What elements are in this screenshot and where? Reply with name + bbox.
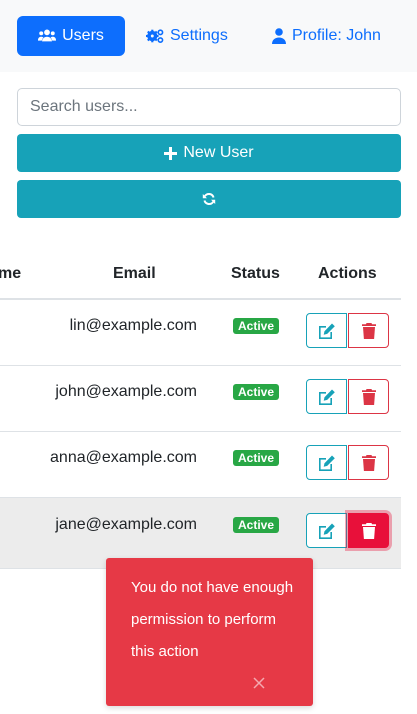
nav-profile-button[interactable]: Profile: John [272, 16, 381, 56]
delete-button[interactable] [348, 313, 389, 348]
nav-settings-label: Settings [170, 27, 228, 44]
sync-icon [202, 192, 216, 206]
toast-message: You do not have enough permission to per… [131, 579, 294, 660]
table-row: anna@example.com Active [0, 432, 401, 498]
status-badge: Active [233, 384, 280, 400]
header-actions: Actions [318, 265, 377, 282]
edit-button[interactable] [306, 513, 347, 548]
users-icon [38, 29, 57, 42]
new-user-label: New User [183, 144, 254, 161]
delete-button[interactable] [348, 379, 389, 414]
trash-icon [361, 454, 376, 471]
header-status: Status [231, 265, 280, 282]
edit-icon [318, 523, 335, 539]
plus-icon [164, 146, 178, 160]
delete-button[interactable] [348, 513, 389, 548]
row-email: john@example.com [55, 383, 197, 400]
gears-icon [146, 29, 164, 44]
status-badge: Active [233, 517, 280, 533]
header-email: Email [113, 265, 156, 282]
nav-profile-label: Profile: John [292, 27, 381, 44]
row-email: lin@example.com [69, 317, 197, 334]
delete-button[interactable] [348, 445, 389, 480]
status-badge: Active [233, 450, 280, 466]
row-email: anna@example.com [50, 449, 197, 466]
edit-icon [318, 455, 335, 471]
table-header: me Email Status Actions [0, 254, 401, 300]
status-badge: Active [233, 318, 280, 334]
user-icon [272, 28, 286, 44]
edit-icon [318, 389, 335, 405]
edit-button[interactable] [306, 445, 347, 480]
permission-error-toast: You do not have enough permission to per… [106, 558, 313, 706]
nav-users-button[interactable]: Users [17, 16, 125, 56]
trash-icon [361, 522, 376, 539]
new-user-button[interactable]: New User [17, 134, 401, 172]
top-nav: Users Settings Profile: John [0, 0, 417, 72]
nav-settings-button[interactable]: Settings [146, 16, 228, 56]
nav-users-label: Users [62, 27, 104, 44]
row-email: jane@example.com [55, 516, 197, 533]
table-row: john@example.com Active [0, 366, 401, 432]
header-name: me [0, 265, 22, 282]
refresh-button[interactable] [17, 180, 401, 218]
edit-button[interactable] [306, 313, 347, 348]
users-table: me Email Status Actions lin@example.com … [0, 254, 401, 569]
close-icon[interactable] [251, 675, 267, 691]
trash-icon [361, 388, 376, 405]
edit-icon [318, 323, 335, 339]
edit-button[interactable] [306, 379, 347, 414]
trash-icon [361, 322, 376, 339]
search-input[interactable] [17, 88, 401, 126]
table-row: lin@example.com Active [0, 300, 401, 366]
